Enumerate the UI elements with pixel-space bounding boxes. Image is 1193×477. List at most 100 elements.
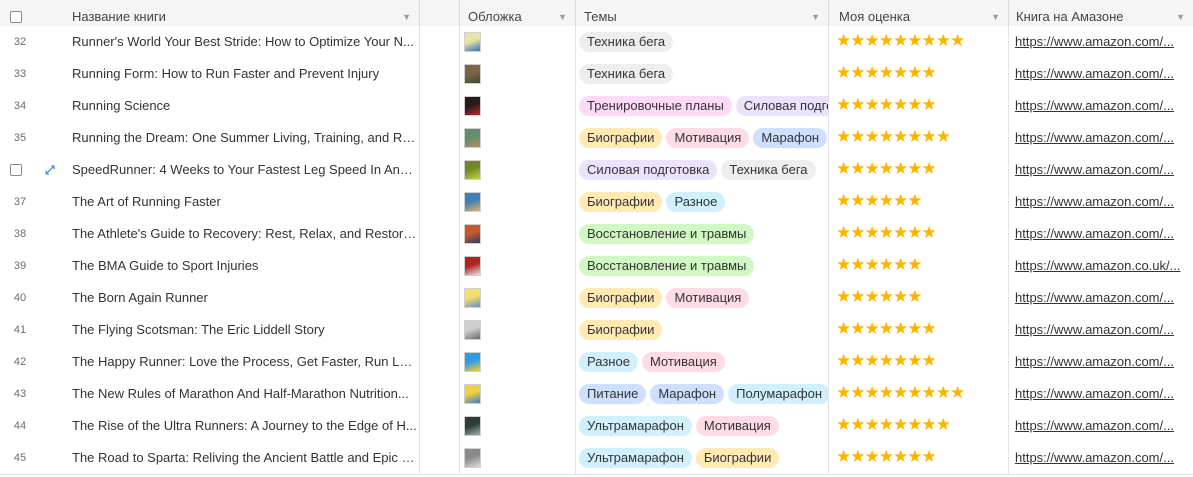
- star-rating[interactable]: ★★★★★★★: [836, 351, 937, 371]
- rating-cell[interactable]: ★★★★★★★: [829, 442, 1009, 474]
- book-name-cell[interactable]: Running the Dream: One Summer Living, Tr…: [62, 122, 420, 154]
- topics-cell[interactable]: Силовая подготовка Техника бега: [576, 154, 829, 186]
- cover-thumbnail[interactable]: [464, 64, 481, 84]
- topics-cell[interactable]: Питание Марафон Полумарафон: [576, 378, 829, 410]
- amazon-link[interactable]: https://www.amazon.com/...: [1015, 346, 1193, 378]
- cover-cell[interactable]: [460, 186, 576, 218]
- table-row[interactable]: 39 The BMA Guide to Sport Injuries Восстан…: [0, 250, 1193, 283]
- cover-cell[interactable]: [460, 218, 576, 250]
- table-row[interactable]: 41 The Flying Scotsman: The Eric Liddell …: [0, 314, 1193, 347]
- table-row[interactable]: 42 The Happy Runner: Love the Process, Ge…: [0, 346, 1193, 379]
- book-name-cell[interactable]: The Athlete's Guide to Recovery: Rest, R…: [62, 218, 420, 250]
- cover-cell[interactable]: [460, 58, 576, 90]
- book-name-cell[interactable]: The Road to Sparta: Reliving the Ancient…: [62, 442, 420, 474]
- cover-cell[interactable]: [460, 250, 576, 282]
- cover-thumbnail[interactable]: [464, 448, 481, 468]
- cover-cell[interactable]: [460, 314, 576, 346]
- amazon-link-cell[interactable]: https://www.amazon.com/...: [1009, 58, 1193, 90]
- rating-cell[interactable]: ★★★★★★: [829, 282, 1009, 314]
- topics-cell[interactable]: Биографии Разное: [576, 186, 829, 218]
- amazon-link[interactable]: https://www.amazon.com/...: [1015, 58, 1193, 90]
- rating-cell[interactable]: ★★★★★★★: [829, 58, 1009, 90]
- star-rating[interactable]: ★★★★★★★: [836, 319, 937, 339]
- amazon-link[interactable]: https://www.amazon.com/...: [1015, 282, 1193, 314]
- cover-thumbnail[interactable]: [464, 352, 481, 372]
- cover-thumbnail[interactable]: [464, 160, 481, 180]
- rating-cell[interactable]: ★★★★★★★: [829, 90, 1009, 122]
- table-row[interactable]: 32 Runner's World Your Best Stride: How t…: [0, 26, 1193, 59]
- cover-cell[interactable]: [460, 26, 576, 58]
- table-row[interactable]: 35 Running the Dream: One Summer Living, …: [0, 122, 1193, 155]
- cover-thumbnail[interactable]: [464, 384, 481, 404]
- table-row[interactable]: 44 The Rise of the Ultra Runners: A Journ…: [0, 410, 1193, 443]
- table-row[interactable]: ⤢ SpeedRunner: 4 Weeks to Your Fastest Le…: [0, 154, 1193, 187]
- amazon-link-cell[interactable]: https://www.amazon.com/...: [1009, 90, 1193, 122]
- amazon-link-cell[interactable]: https://www.amazon.com/...: [1009, 218, 1193, 250]
- rating-cell[interactable]: ★★★★★★★: [829, 154, 1009, 186]
- book-name-cell[interactable]: The Flying Scotsman: The Eric Liddell St…: [62, 314, 420, 346]
- topics-cell[interactable]: Восстановление и травмы: [576, 250, 829, 282]
- star-rating[interactable]: ★★★★★★★: [836, 223, 937, 243]
- amazon-link[interactable]: https://www.amazon.com/...: [1015, 218, 1193, 250]
- table-row[interactable]: 38 The Athlete's Guide to Recovery: Rest,…: [0, 218, 1193, 251]
- topics-cell[interactable]: Разное Мотивация: [576, 346, 829, 378]
- book-name-cell[interactable]: The Rise of the Ultra Runners: A Journey…: [62, 410, 420, 442]
- topics-cell[interactable]: Ультрамарафон Мотивация: [576, 410, 829, 442]
- table-row[interactable]: 45 The Road to Sparta: Reliving the Ancie…: [0, 442, 1193, 475]
- amazon-link-cell[interactable]: https://www.amazon.com/...: [1009, 26, 1193, 58]
- row-checkbox[interactable]: [10, 164, 22, 176]
- cover-cell[interactable]: [460, 154, 576, 186]
- star-rating[interactable]: ★★★★★★: [836, 191, 923, 211]
- table-row[interactable]: 40 The Born Again Runner Биографии Мотиваци…: [0, 282, 1193, 315]
- star-rating[interactable]: ★★★★★★★★★: [836, 31, 965, 51]
- cover-cell[interactable]: [460, 346, 576, 378]
- star-rating[interactable]: ★★★★★★★: [836, 447, 937, 467]
- rating-cell[interactable]: ★★★★★★★★★: [829, 26, 1009, 58]
- topics-cell[interactable]: Восстановление и травмы: [576, 218, 829, 250]
- cover-cell[interactable]: [460, 410, 576, 442]
- amazon-link-cell[interactable]: https://www.amazon.com/...: [1009, 442, 1193, 474]
- topics-cell[interactable]: Тренировочные планыСиловая подготовка: [576, 90, 829, 122]
- book-name-cell[interactable]: Running Science: [62, 90, 420, 122]
- cover-thumbnail[interactable]: [464, 256, 481, 276]
- star-rating[interactable]: ★★★★★★: [836, 255, 923, 275]
- amazon-link[interactable]: https://www.amazon.com/...: [1015, 186, 1193, 218]
- table-row[interactable]: 34 Running Science Тренировочные планы Сило…: [0, 90, 1193, 123]
- cover-thumbnail[interactable]: [464, 128, 481, 148]
- topics-cell[interactable]: Техника бега: [576, 26, 829, 58]
- amazon-link[interactable]: https://www.amazon.com/...: [1015, 154, 1193, 186]
- cover-thumbnail[interactable]: [464, 320, 481, 340]
- star-rating[interactable]: ★★★★★★★★★: [836, 383, 965, 403]
- book-name-cell[interactable]: The BMA Guide to Sport Injuries: [62, 250, 420, 282]
- cover-thumbnail[interactable]: [464, 192, 481, 212]
- amazon-link-cell[interactable]: https://www.amazon.com/...: [1009, 122, 1193, 154]
- rating-cell[interactable]: ★★★★★★★: [829, 314, 1009, 346]
- amazon-link-cell[interactable]: https://www.amazon.com/...: [1009, 186, 1193, 218]
- book-name-cell[interactable]: The Art of Running Faster: [62, 186, 420, 218]
- amazon-link[interactable]: https://www.amazon.com/...: [1015, 442, 1193, 474]
- rating-cell[interactable]: ★★★★★★: [829, 186, 1009, 218]
- table-row[interactable]: 43 The New Rules of Marathon And Half-Mar…: [0, 378, 1193, 411]
- book-name-cell[interactable]: The Born Again Runner: [62, 282, 420, 314]
- topics-cell[interactable]: Биографии: [576, 314, 829, 346]
- amazon-link-cell[interactable]: https://www.amazon.com/...: [1009, 154, 1193, 186]
- amazon-link[interactable]: https://www.amazon.com/...: [1015, 314, 1193, 346]
- book-name-cell[interactable]: Running Form: How to Run Faster and Prev…: [62, 58, 420, 90]
- amazon-link-cell[interactable]: https://www.amazon.com/...: [1009, 410, 1193, 442]
- amazon-link[interactable]: https://www.amazon.com/...: [1015, 122, 1193, 154]
- star-rating[interactable]: ★★★★★★★★: [836, 127, 951, 147]
- amazon-link-cell[interactable]: https://www.amazon.co.uk/...: [1009, 250, 1193, 282]
- cover-cell[interactable]: [460, 378, 576, 410]
- amazon-link[interactable]: https://www.amazon.com/...: [1015, 90, 1193, 122]
- cover-thumbnail[interactable]: [464, 224, 481, 244]
- cover-cell[interactable]: [460, 122, 576, 154]
- book-name-cell[interactable]: The Happy Runner: Love the Process, Get …: [62, 346, 420, 378]
- table-row[interactable]: 33 Running Form: How to Run Faster and Pr…: [0, 58, 1193, 91]
- star-rating[interactable]: ★★★★★★★★: [836, 415, 951, 435]
- cover-thumbnail[interactable]: [464, 32, 481, 52]
- cover-cell[interactable]: [460, 442, 576, 474]
- star-rating[interactable]: ★★★★★★★: [836, 95, 937, 115]
- star-rating[interactable]: ★★★★★★★: [836, 159, 937, 179]
- rating-cell[interactable]: ★★★★★★: [829, 250, 1009, 282]
- select-all-checkbox[interactable]: [10, 11, 22, 23]
